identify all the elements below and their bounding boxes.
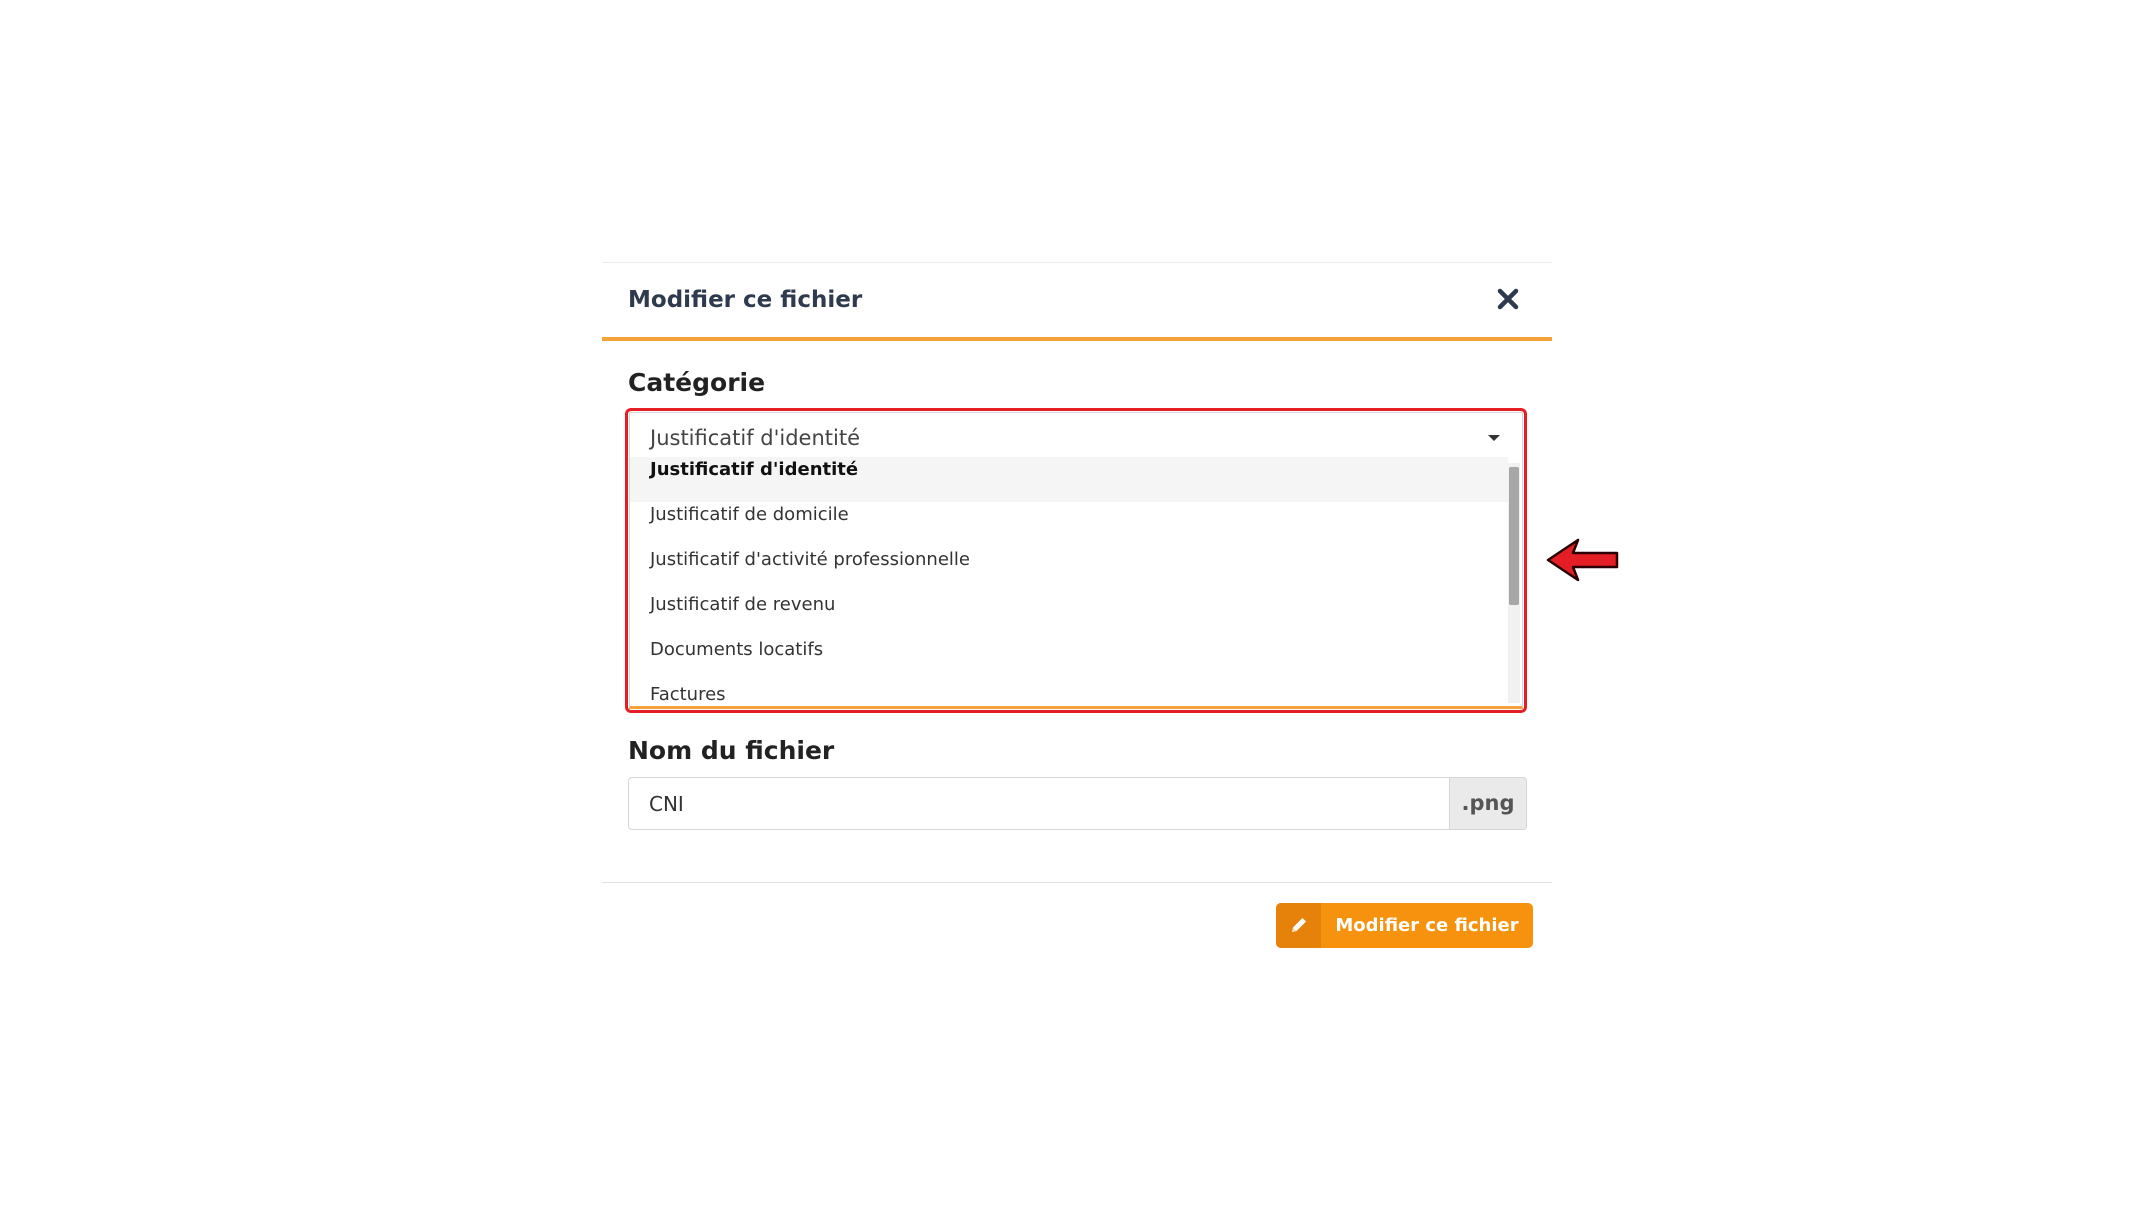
close-icon[interactable]	[1496, 287, 1520, 311]
dropdown-option-label: Justificatif d'identité	[650, 459, 859, 480]
category-select-current[interactable]: Justificatif d'identité	[630, 413, 1522, 463]
submit-icon-box	[1276, 903, 1321, 948]
dropdown-option[interactable]: Justificatif de revenu	[630, 584, 1508, 629]
pencil-icon	[1292, 918, 1306, 932]
modal-title: Modifier ce fichier	[628, 287, 863, 313]
edit-file-modal: Modifier ce fichier Catégorie Justificat…	[602, 262, 1552, 953]
dropdown-option-label: Documents locatifs	[650, 639, 824, 660]
category-selected-value: Justificatif d'identité	[650, 426, 861, 450]
dropdown-option-label: Justificatif d'activité professionnelle	[650, 549, 970, 570]
submit-button-label: Modifier ce fichier	[1335, 915, 1519, 936]
file-extension-addon: .png	[1449, 778, 1526, 829]
filename-input-group: .png	[628, 777, 1527, 830]
dropdown-option[interactable]: Justificatif de domicile	[630, 494, 1508, 539]
category-label: Catégorie	[628, 368, 766, 397]
dropdown-option-label: Justificatif de revenu	[650, 594, 836, 615]
dropdown-option[interactable]: Factures	[630, 674, 1508, 706]
scrollbar-thumb[interactable]	[1509, 467, 1519, 605]
submit-edit-button[interactable]: Modifier ce fichier	[1276, 903, 1533, 948]
dropdown-option[interactable]: Justificatif d'activité professionnelle	[630, 539, 1508, 584]
filename-input[interactable]	[629, 778, 1449, 829]
category-dropdown-list: Justificatif d'identité Justificatif de …	[630, 457, 1508, 706]
dropdown-scrollbar[interactable]	[1508, 463, 1520, 703]
filename-label: Nom du fichier	[628, 736, 835, 765]
dropdown-option-label: Factures	[650, 684, 726, 705]
chevron-down-icon	[1488, 435, 1500, 441]
dropdown-option[interactable]: Documents locatifs	[630, 629, 1508, 674]
category-select[interactable]: Justificatif d'identité Justificatif d'i…	[629, 412, 1523, 709]
dropdown-option-label: Justificatif de domicile	[650, 504, 849, 525]
footer-divider	[602, 882, 1552, 883]
modal-header: Modifier ce fichier	[602, 263, 1552, 341]
red-arrow-icon	[1546, 538, 1619, 582]
